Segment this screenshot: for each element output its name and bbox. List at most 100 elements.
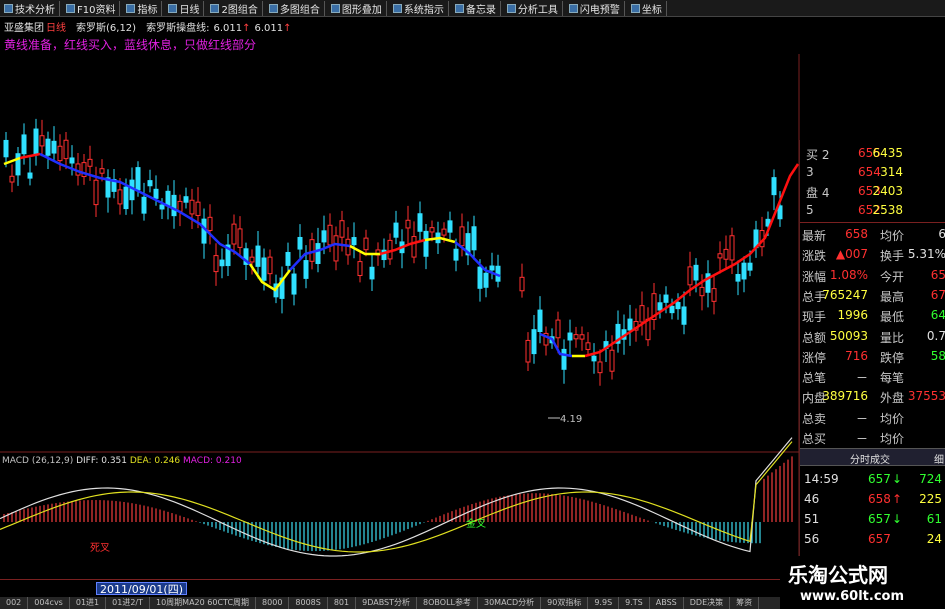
toolbar-button-1[interactable]: F10资料	[62, 0, 121, 16]
candle	[723, 248, 729, 260]
quote-row: 总买 － 均价	[800, 428, 945, 447]
toolbar-button-label: 2图组合	[221, 4, 258, 16]
divider	[800, 222, 945, 223]
trade-tab-header[interactable]: 分时成交 细	[800, 448, 945, 466]
indicator-tab-5[interactable]: 8000	[256, 597, 290, 609]
indicator-tab-13[interactable]: 9.TS	[619, 597, 650, 609]
quote-value: 64	[930, 308, 945, 323]
candle	[423, 230, 429, 257]
candle	[411, 236, 417, 258]
indicator-tab-0[interactable]: 002	[0, 597, 29, 609]
candle	[639, 305, 645, 323]
order-volume: 314	[880, 165, 903, 179]
toolbar-button-6[interactable]: 图形叠加	[327, 0, 387, 16]
toolbar-button-0[interactable]: 技术分析	[0, 0, 60, 16]
toolbar-icon	[630, 3, 640, 13]
quote-row: 涨停 716 跌停 58	[800, 347, 945, 366]
indicator-tab-12[interactable]: 9.9S	[588, 597, 620, 609]
quote-value: 765247	[822, 287, 868, 302]
order-label: 5	[806, 203, 814, 217]
candle	[87, 158, 93, 167]
indicator-tab-15[interactable]: DDE决策	[684, 597, 731, 609]
candle	[117, 189, 123, 205]
toolbar-button-11[interactable]: 坐标	[627, 0, 667, 16]
indicator-tab-14[interactable]: ABSS	[650, 597, 684, 609]
toolbar-icon	[392, 3, 402, 13]
candle	[393, 222, 399, 238]
candle	[141, 196, 147, 214]
candle	[213, 255, 219, 273]
quote-row: 总笔 － 每笔	[800, 367, 945, 386]
toolbar-button-7[interactable]: 系统指示	[389, 0, 449, 16]
candle	[561, 348, 567, 370]
toolbar-button-8[interactable]: 备忘录	[451, 0, 501, 16]
quote-label: 总额	[802, 330, 827, 345]
candle	[453, 248, 459, 261]
toolbar-button-label: 图形叠加	[341, 4, 382, 16]
quote-value: 658	[845, 227, 868, 241]
quote-label: 换手	[880, 249, 905, 264]
candle	[711, 288, 717, 302]
toolbar-button-10[interactable]: 闪电预警	[565, 0, 625, 16]
trade-arrow-icon: ↓	[892, 512, 903, 526]
candle	[771, 177, 777, 196]
quote-value: 1996	[837, 308, 868, 323]
order-row: 盘 4 653 2403	[800, 182, 945, 201]
toolbar-icon	[268, 3, 278, 13]
trade-tab-title: 分时成交	[850, 455, 890, 466]
toolbar-icon	[4, 3, 13, 13]
candle	[159, 204, 165, 210]
quote-row: 最新 658 均价 6	[800, 225, 945, 244]
toolbar-button-label: 技术分析	[15, 4, 55, 16]
quote-row: 现手 1996 最低 64	[800, 306, 945, 325]
indicator-tab-7[interactable]: 801	[328, 597, 357, 609]
toolbar-button-4[interactable]: 2图组合	[206, 0, 263, 16]
indicator-value-2: 6.011	[254, 23, 284, 34]
indicator-tab-8[interactable]: 9DABST分析	[356, 597, 418, 609]
toolbar-button-3[interactable]: 日线	[164, 0, 205, 16]
candle	[39, 135, 45, 147]
trade-price: 657	[868, 512, 891, 526]
indicator-tab-6[interactable]: 8008S	[289, 597, 328, 609]
candle	[717, 253, 723, 259]
quote-label: 涨跌	[802, 249, 827, 264]
macd-value: MACD: 0.210	[183, 456, 242, 466]
indicator-tab-4[interactable]: 10周期MA20 60CTC周期	[150, 597, 257, 609]
golden-cross-label: 金叉	[466, 517, 486, 530]
stock-info-line: 亚盛集团 日线 索罗斯(6,12) 索罗斯操盘线: 6.011↑ 6.011↑	[4, 19, 292, 34]
candle	[669, 305, 675, 314]
indicator-tab-1[interactable]: 004cvs	[28, 597, 70, 609]
toolbar-button-2[interactable]: 指标	[122, 0, 163, 16]
stock-name: 亚盛集团	[4, 23, 44, 34]
candle	[15, 153, 21, 176]
indicator-tab-2[interactable]: 01进1	[70, 597, 107, 609]
trade-row: 14:59 657 ↓ 724	[800, 470, 945, 489]
indicator-tab-16[interactable]: 筹资	[730, 597, 760, 609]
indicator-tab-10[interactable]: 30MACD分析	[478, 597, 542, 609]
toolbar-button-9[interactable]: 分析工具	[503, 0, 563, 16]
candle	[699, 286, 705, 297]
low-price-label: 4.19	[560, 414, 582, 425]
indicator-tab-9[interactable]: 8OBOLL参考	[417, 597, 478, 609]
candle	[477, 266, 483, 289]
candle	[537, 309, 543, 333]
candle	[147, 180, 153, 187]
quote-label: 总卖	[802, 411, 827, 426]
kline-chart[interactable]: 4.19 死叉 金叉	[0, 54, 800, 579]
candle	[579, 334, 585, 340]
toolbar-button-5[interactable]: 多图组合	[265, 0, 325, 16]
trade-time: 51	[804, 512, 820, 526]
quote-value: 389716	[822, 389, 868, 404]
candle	[33, 128, 39, 155]
indicator-tab-11[interactable]: 90双指标	[541, 597, 589, 609]
indicator-tab-3[interactable]: 01进2/T	[106, 597, 150, 609]
indicator-line-name: 索罗斯操盘线:	[146, 23, 210, 34]
candle	[177, 200, 183, 212]
quote-label: 最低	[880, 310, 905, 325]
candle	[387, 239, 393, 260]
period-label[interactable]: 日线	[46, 23, 66, 34]
candle	[303, 260, 309, 279]
candle	[171, 194, 177, 217]
candle	[597, 361, 603, 374]
candle	[333, 235, 339, 262]
